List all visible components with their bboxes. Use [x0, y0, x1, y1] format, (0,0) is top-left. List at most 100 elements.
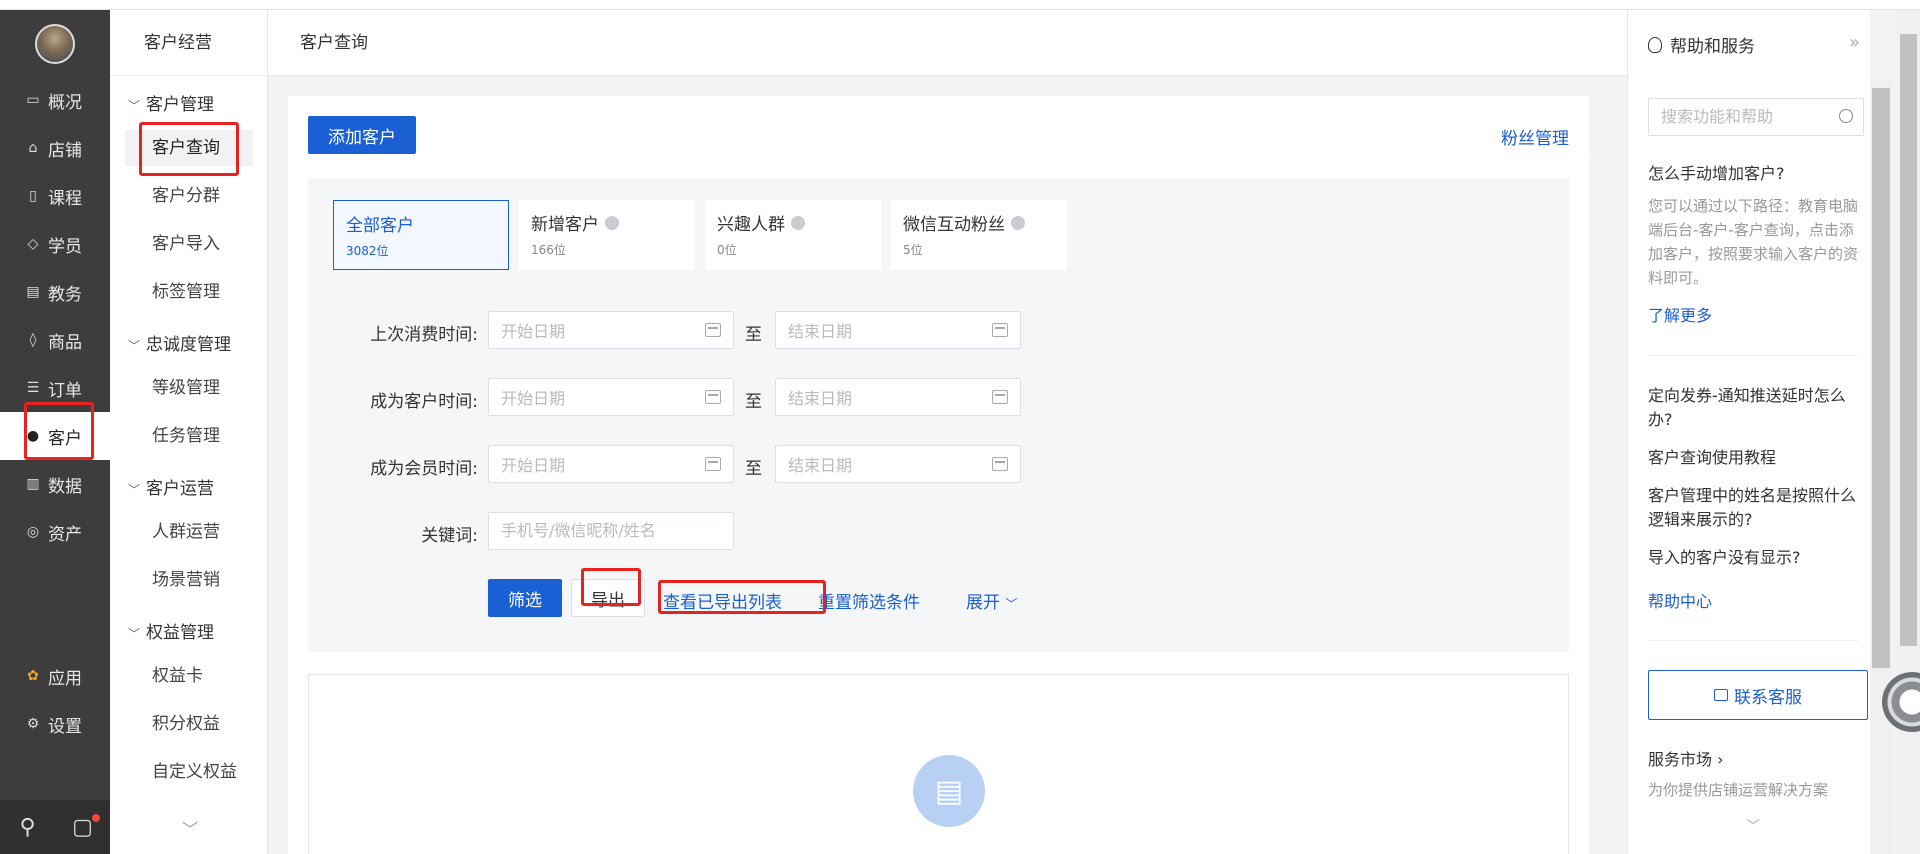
group-benefits[interactable]: ﹀ 权益管理 [128, 618, 214, 643]
range-separator: 至 [745, 325, 762, 345]
chevron-down-icon: ﹀ [128, 339, 141, 353]
last-purchase-end-date[interactable]: 结束日期 [775, 311, 1021, 349]
fans-management-link[interactable]: 粉丝管理 [1501, 124, 1569, 149]
subnav-item-customer-query[interactable]: 客户查询 [125, 130, 253, 166]
list-icon: ☰ [26, 380, 40, 396]
notification-dot [91, 814, 100, 822]
nav-item-store[interactable]: ⌂ 店铺 [0, 124, 110, 172]
subnav-item-points[interactable]: 积分权益 [125, 706, 253, 742]
subnav-item-crowd-ops[interactable]: 人群运营 [125, 514, 253, 550]
nav-item-assets[interactable]: ◎ 资产 [0, 508, 110, 556]
faq-item[interactable]: 客户查询使用教程 [1648, 446, 1868, 470]
nav-item-settings[interactable]: ⚙ 设置 [0, 700, 110, 748]
help-answer: 您可以通过以下路径：教育电脑端后台-客户-客户查询，点击添加客户，按照要求输入客… [1648, 197, 1859, 287]
graduation-cap-icon: ◇ [27, 236, 39, 252]
subnav-item-tag-mgmt[interactable]: 标签管理 [125, 274, 253, 310]
learn-more-link[interactable]: 了解更多 [1648, 302, 1712, 326]
segment-all-customers[interactable]: 全部客户 3082位 [333, 200, 509, 270]
message-icon[interactable]: ▢ [68, 812, 100, 842]
subnav-item-customer-segment[interactable]: 客户分群 [125, 178, 253, 214]
search-icon[interactable]: ⚲ [13, 812, 43, 842]
help-search-input[interactable]: 搜索功能和帮助 [1648, 98, 1864, 136]
export-button[interactable]: 导出 [571, 579, 645, 617]
user-icon: ● [26, 428, 40, 444]
apps-icon: ✿ [27, 668, 39, 684]
page-title: 客户查询 [268, 10, 1627, 76]
last-purchase-start-date[interactable]: 开始日期 [488, 311, 734, 349]
became-customer-end-date[interactable]: 结束日期 [775, 378, 1021, 416]
help-panel: 帮助和服务 » 搜索功能和帮助 怎么手动增加客户? 您可以通过以下路径：教育电脑… [1627, 10, 1870, 854]
book-icon: ▯ [29, 188, 37, 204]
store-icon: ⌂ [28, 140, 38, 156]
help-scrollbar[interactable] [1870, 80, 1892, 854]
calendar-icon [992, 390, 1008, 404]
range-separator: 至 [745, 392, 762, 412]
faq-item[interactable]: 导入的客户没有显示? [1648, 546, 1868, 570]
view-exported-list-link[interactable]: 查看已导出列表 [663, 588, 782, 613]
nav-item-goods[interactable]: ◊ 商品 [0, 316, 110, 364]
nav-item-overview[interactable]: ▭ 概况 [0, 76, 110, 124]
service-market-subtitle: 为你提供店铺运营解决方案 [1648, 781, 1829, 799]
scrollbar-thumb[interactable] [1872, 88, 1890, 668]
segment-interest-crowd[interactable]: 兴趣人群 0位 [705, 200, 881, 270]
collapse-icon[interactable]: » [1849, 32, 1860, 53]
bar-chart-icon: ▥ [26, 476, 40, 492]
nav-item-customers[interactable]: ● 客户 [0, 412, 110, 460]
subnav-item-custom-benefit[interactable]: 自定义权益 [125, 754, 253, 790]
group-customer-mgmt[interactable]: ﹀ 客户管理 [128, 90, 214, 115]
keyword-input[interactable]: 手机号/微信昵称/姓名 [488, 512, 734, 550]
calendar-icon [705, 457, 721, 471]
became-member-label: 成为会员时间: [370, 459, 478, 479]
top-strip [0, 0, 1920, 10]
help-center-link[interactable]: 帮助中心 [1648, 588, 1712, 612]
divider [1648, 640, 1858, 641]
faq-item[interactable]: 客户管理中的姓名是按照什么逻辑来展示的? [1648, 484, 1868, 532]
scroll-more-chevron-icon[interactable]: ﹀ [182, 816, 198, 840]
scrollbar-thumb[interactable] [1900, 34, 1917, 646]
segment-new-customers[interactable]: 新增客户 166位 [519, 200, 695, 270]
calendar-icon: ▤ [26, 284, 40, 300]
divider [1648, 355, 1858, 356]
calendar-icon [992, 457, 1008, 471]
faq-item[interactable]: 定向发券-通知推送延时怎么办? [1648, 384, 1868, 432]
chevron-down-icon: ﹀ [128, 99, 141, 113]
expand-link[interactable]: 展开 ﹀ [966, 588, 1017, 613]
chevron-down-icon[interactable]: ﹀ [1746, 816, 1760, 836]
subnav-item-customer-import[interactable]: 客户导入 [125, 226, 253, 262]
help-icon[interactable] [605, 215, 619, 230]
subnav-item-benefit-card[interactable]: 权益卡 [125, 658, 253, 694]
lightbulb-icon [1648, 36, 1662, 53]
results-table-area: ▤ [308, 674, 1569, 854]
became-member-start-date[interactable]: 开始日期 [488, 445, 734, 483]
filter-panel: 全部客户 3082位 新增客户 166位 兴趣人群 0位 微信互动粉丝 5位 上… [308, 178, 1569, 652]
nav-item-course[interactable]: ▯ 课程 [0, 172, 110, 220]
tag-icon: ◊ [29, 332, 37, 348]
nav-item-academic[interactable]: ▤ 教务 [0, 268, 110, 316]
help-question[interactable]: 怎么手动增加客户? [1648, 162, 1868, 186]
search-icon[interactable] [1839, 109, 1853, 123]
subnav-item-level-mgmt[interactable]: 等级管理 [125, 370, 253, 406]
group-loyalty[interactable]: ﹀ 忠诚度管理 [128, 330, 231, 355]
became-member-end-date[interactable]: 结束日期 [775, 445, 1021, 483]
calendar-icon [992, 323, 1008, 337]
subnav-item-task-mgmt[interactable]: 任务管理 [125, 418, 253, 454]
subnav-item-scene-marketing[interactable]: 场景营销 [125, 562, 253, 598]
nav-item-data[interactable]: ▥ 数据 [0, 460, 110, 508]
nav-item-orders[interactable]: ☰ 订单 [0, 364, 110, 412]
main-card: 添加客户 粉丝管理 全部客户 3082位 新增客户 166位 兴趣人群 0位 微… [288, 96, 1589, 854]
segment-wechat-fans[interactable]: 微信互动粉丝 5位 [891, 200, 1067, 270]
empty-document-search-icon: ▤ [913, 755, 985, 827]
reset-filters-link[interactable]: 重置筛选条件 [818, 588, 920, 613]
became-customer-label: 成为客户时间: [370, 392, 478, 412]
help-icon[interactable] [791, 215, 805, 230]
group-operations[interactable]: ﹀ 客户运营 [128, 474, 214, 499]
became-customer-start-date[interactable]: 开始日期 [488, 378, 734, 416]
help-icon[interactable] [1011, 215, 1025, 230]
nav-item-students[interactable]: ◇ 学员 [0, 220, 110, 268]
add-customer-button[interactable]: 添加客户 [308, 116, 416, 154]
filter-button[interactable]: 筛选 [488, 579, 562, 617]
avatar[interactable] [35, 24, 75, 64]
contact-support-button[interactable]: 联系客服 [1648, 670, 1868, 720]
service-market-link[interactable]: 服务市场 › [1648, 748, 1868, 772]
nav-item-apps[interactable]: ✿ 应用 [0, 652, 110, 700]
